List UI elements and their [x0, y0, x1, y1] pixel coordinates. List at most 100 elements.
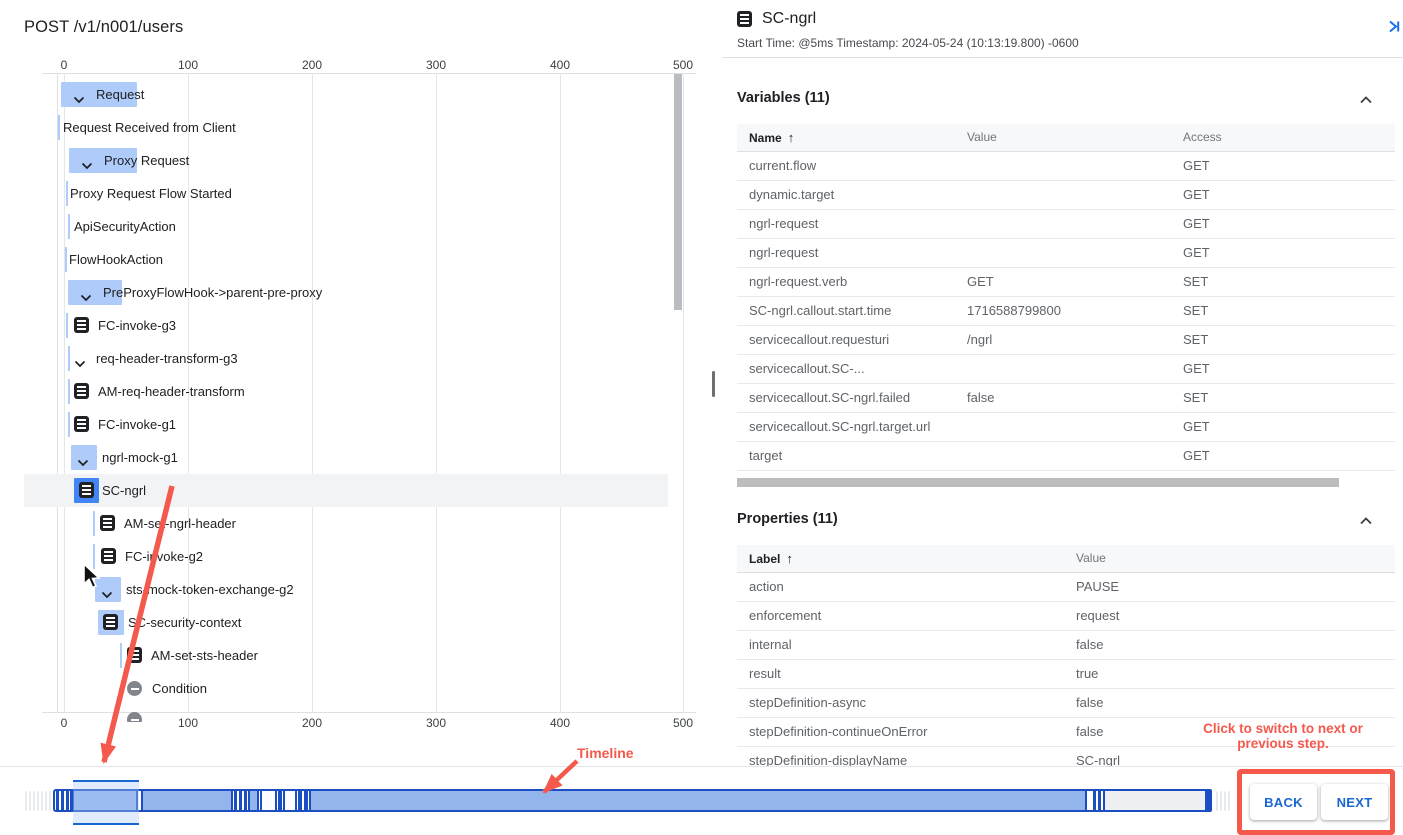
variable-row: targetGET: [737, 442, 1395, 471]
timeline-step-marker: [66, 789, 69, 812]
property-row: actionPAUSE: [737, 573, 1395, 602]
timeline-selection-window[interactable]: [73, 780, 139, 825]
axis-tick-bottom: 400: [538, 716, 582, 730]
tree-row-label: ngrl-mock-g1: [102, 450, 178, 465]
timeline-segment[interactable]: [1103, 789, 1207, 812]
variables-heading: Variables (11): [737, 90, 830, 106]
variable-row: servicecallout.SC-ngrl.target.urlGET: [737, 413, 1395, 442]
timeline-segment[interactable]: [248, 789, 259, 812]
timeline-segment[interactable]: [309, 789, 1087, 812]
policy-icon: [127, 647, 142, 663]
column-header-value[interactable]: Value: [1076, 545, 1106, 572]
tree-row-apisecurityaction[interactable]: ApiSecurityAction: [0, 210, 706, 243]
column-header-label[interactable]: Label↑: [749, 545, 793, 573]
gantt-bar: [93, 511, 95, 536]
timeline-minimap: BACK NEXT: [0, 766, 1403, 832]
axis-tick-top: 300: [414, 58, 458, 72]
tree-row-flowhookaction[interactable]: FlowHookAction: [0, 243, 706, 276]
tree-row-label: PreProxyFlowHook->parent-pre-proxy: [103, 285, 322, 300]
variable-row: servicecallout.SC-ngrl.failedfalseSET: [737, 384, 1395, 413]
axis-tick-top: 200: [290, 58, 334, 72]
tree-row-condition[interactable]: Condition: [0, 672, 706, 705]
timeline-step-marker: [244, 789, 247, 812]
chevron-down-icon[interactable]: [101, 586, 113, 594]
column-header-value[interactable]: Value: [967, 124, 997, 151]
policy-icon: [74, 383, 89, 399]
timeline-segment[interactable]: [260, 789, 277, 812]
gantt-bar: [58, 115, 60, 140]
annotation-timeline-label: Timeline: [577, 745, 634, 761]
chevron-down-icon[interactable]: [77, 454, 89, 462]
tree-row-proxy-flow-started[interactable]: Proxy Request Flow Started: [0, 177, 706, 210]
axis-tick-bottom: 100: [166, 716, 210, 730]
tree-row-request[interactable]: Request: [0, 78, 706, 111]
vertical-scrollbar-thumb[interactable]: [674, 74, 682, 310]
timeline-stripe: [25, 791, 27, 811]
tree-row-sc-ngrl-selected[interactable]: SC-ngrl: [0, 474, 706, 507]
tree-row-partial: [0, 711, 706, 722]
axis-tick-top: 0: [42, 58, 86, 72]
timeline-step-marker: [56, 789, 59, 812]
tree-row-ngrl-mock-g1[interactable]: ngrl-mock-g1: [0, 441, 706, 474]
tree-row-label: AM-set-ngrl-header: [124, 516, 236, 531]
timeline-stripe: [1224, 791, 1226, 811]
tree-row-fc-invoke-g1[interactable]: FC-invoke-g1: [0, 408, 706, 441]
tree-row-fc-invoke-g2[interactable]: FC-invoke-g2: [0, 540, 706, 573]
collapse-section-icon[interactable]: [1358, 513, 1374, 529]
annotation-step-note: Click to switch to next or previous step…: [1190, 721, 1376, 751]
column-header-name[interactable]: Name↑: [749, 124, 794, 152]
horizontal-scrollbar-thumb[interactable]: [737, 478, 1339, 487]
variable-row: servicecallout.SC-...GET: [737, 355, 1395, 384]
timeline-stripe: [45, 791, 47, 811]
properties-heading: Properties (11): [737, 511, 838, 527]
tree-row-label: sts-mock-token-exchange-g2: [126, 582, 294, 597]
chevron-down-icon[interactable]: [73, 91, 85, 99]
tree-row-label: Request Received from Client: [63, 120, 236, 135]
property-row: resulttrue: [737, 660, 1395, 689]
chevron-down-icon[interactable]: [81, 157, 93, 165]
tree-row-label: SC-security-context: [128, 615, 241, 630]
variable-row: servicecallout.requesturi/ngrlSET: [737, 326, 1395, 355]
gantt-bar: [65, 247, 67, 272]
timeline-step-marker: [298, 789, 302, 812]
properties-table-header: Label↑ Value: [737, 545, 1395, 573]
tree-row-request-received[interactable]: Request Received from Client: [0, 111, 706, 144]
tree-row-preproxyflowhook[interactable]: PreProxyFlowHook->parent-pre-proxy: [0, 276, 706, 309]
timeline-segment[interactable]: [141, 789, 233, 812]
tree-row-label: Condition: [152, 681, 207, 696]
timeline-segment[interactable]: [283, 789, 297, 812]
timeline-step-marker: [1098, 789, 1101, 812]
axis-tick-top: 400: [538, 58, 582, 72]
timeline-step-marker: [304, 789, 308, 812]
gantt-bar: [66, 181, 68, 206]
chevron-down-icon[interactable]: [80, 289, 92, 297]
panel-resize-handle[interactable]: [712, 371, 715, 397]
tree-row-label: FC-invoke-g1: [98, 417, 176, 432]
tree-row-sts-mock-token-exchange-g2[interactable]: sts-mock-token-exchange-g2: [0, 573, 706, 606]
chevron-down-icon[interactable]: [74, 355, 86, 363]
gantt-bar: [68, 412, 70, 437]
sort-ascending-icon: ↑: [786, 551, 793, 566]
collapse-panel-icon[interactable]: [1386, 19, 1401, 39]
policy-icon: [103, 614, 118, 630]
tree-row-am-set-ngrl-header[interactable]: AM-set-ngrl-header: [0, 507, 706, 540]
column-header-access[interactable]: Access: [1183, 124, 1222, 151]
collapse-section-icon[interactable]: [1358, 92, 1374, 108]
property-row: enforcementrequest: [737, 602, 1395, 631]
axis-tick-top: 100: [166, 58, 210, 72]
sort-ascending-icon: ↑: [788, 130, 795, 145]
tree-row-req-header-transform-g3[interactable]: req-header-transform-g3: [0, 342, 706, 375]
timeline-step-marker: [278, 789, 282, 812]
tree-row-label: AM-set-sts-header: [151, 648, 258, 663]
variable-row: ngrl-request.verbGETSET: [737, 268, 1395, 297]
timeline-stripe: [41, 791, 43, 811]
condition-icon: [127, 681, 142, 696]
tree-row-fc-invoke-g3[interactable]: FC-invoke-g3: [0, 309, 706, 342]
annotation-highlight-box: [1237, 769, 1395, 835]
tree-row-proxy-request[interactable]: Proxy Request: [0, 144, 706, 177]
tree-row-sc-security-context[interactable]: SC-security-context: [0, 606, 706, 639]
axis-tick-bottom: 300: [414, 716, 458, 730]
tree-row-am-req-header-transform[interactable]: AM-req-header-transform: [0, 375, 706, 408]
tree-row-label: req-header-transform-g3: [96, 351, 238, 366]
tree-row-am-set-sts-header[interactable]: AM-set-sts-header: [0, 639, 706, 672]
